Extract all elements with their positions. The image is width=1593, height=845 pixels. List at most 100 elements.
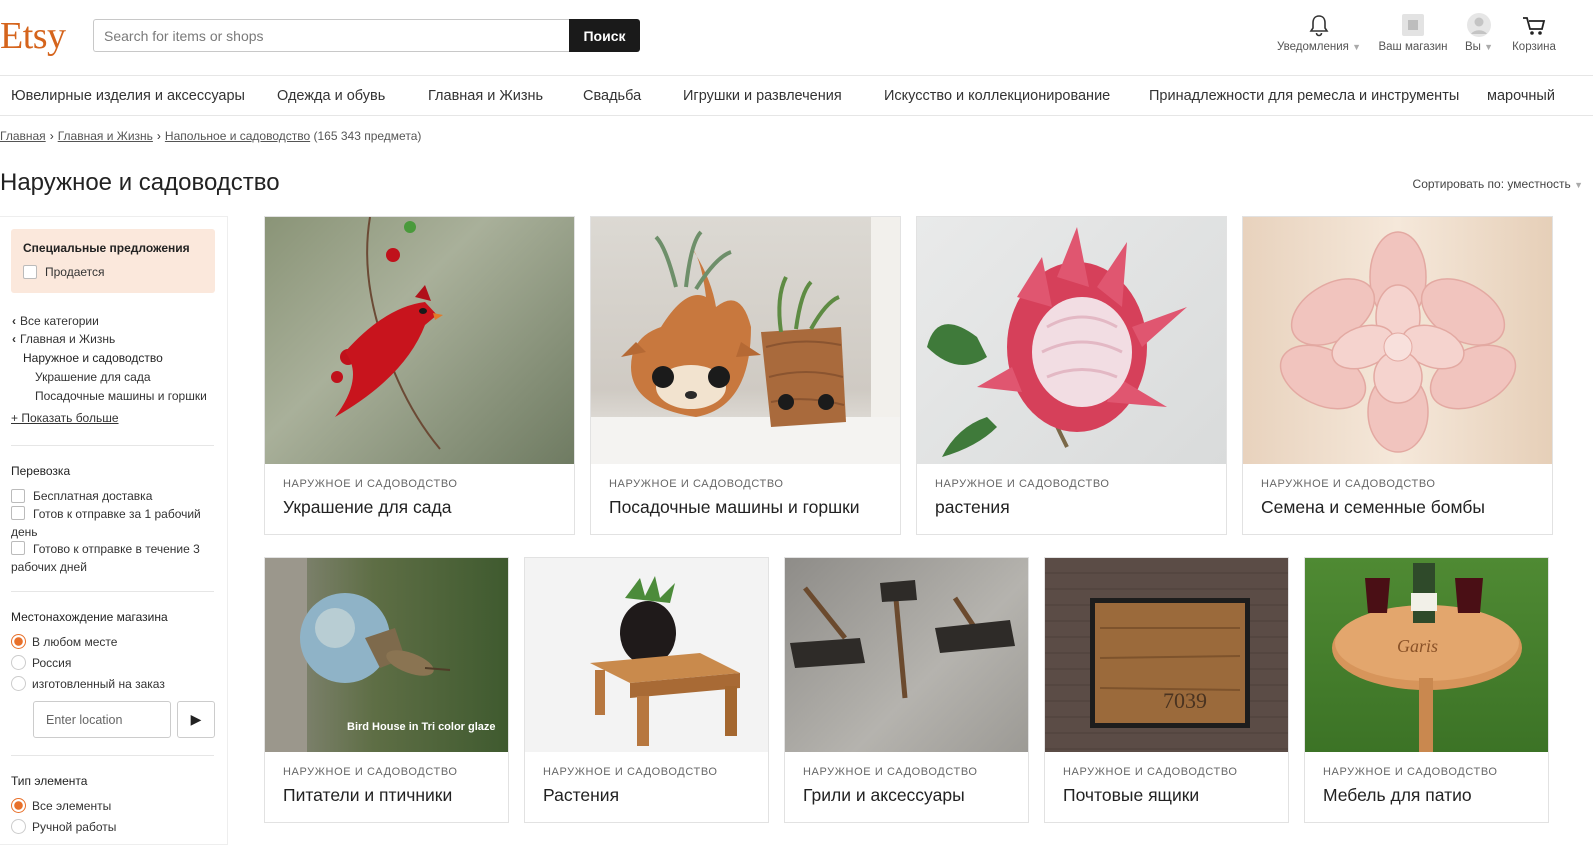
nav-item-toys[interactable]: Игрушки и развлечения: [683, 88, 842, 104]
category-card[interactable]: НАРУЖНОЕ И САДОВОДСТВО Посадочные машины…: [590, 216, 901, 535]
nav-item-vintage[interactable]: марочный: [1487, 88, 1555, 104]
ready-1day-option[interactable]: Готов к отправке за 1 рабочий день: [11, 505, 211, 541]
tree-all-categories-label: Все категории: [20, 314, 99, 328]
nav-item-wedding[interactable]: Свадьба: [583, 88, 641, 104]
category-card[interactable]: НАРУЖНОЕ И САДОВОДСТВО растения: [916, 216, 1227, 535]
mailbox-number: 7039: [1163, 688, 1207, 713]
location-submit-button[interactable]: ▶: [177, 701, 215, 738]
free-shipping-option[interactable]: Бесплатная доставка: [11, 487, 152, 505]
tree-all-categories[interactable]: ‹ Все категории: [12, 314, 99, 328]
search-button[interactable]: Поиск: [569, 19, 640, 52]
card-image: 7039: [1045, 558, 1288, 752]
category-card[interactable]: НАРУЖНОЕ И САДОВОДСТВО Украшение для сад…: [264, 216, 575, 535]
ready-1day-checkbox[interactable]: [11, 506, 25, 520]
nav-item-clothing[interactable]: Одежда и обувь: [277, 88, 385, 104]
card-category: НАРУЖНОЕ И САДОВОДСТВО: [1261, 478, 1436, 490]
card-category: НАРУЖНОЕ И САДОВОДСТВО: [543, 766, 718, 778]
loc-anywhere-label: В любом месте: [32, 635, 118, 649]
header: Etsy Поиск Уведомления ▼ Ваш магазин Вы …: [0, 0, 1593, 76]
card-image: [917, 217, 1226, 464]
item-type-title: Тип элемента: [11, 774, 88, 788]
card-title: Питатели и птичники: [283, 785, 453, 805]
free-shipping-label: Бесплатная доставка: [33, 489, 153, 503]
card-image: Bird House in Tri color glaze: [265, 558, 508, 752]
branding-iron-image: [790, 580, 1015, 699]
tree-planters[interactable]: Посадочные машины и горшки: [35, 389, 207, 403]
special-offers-title: Специальные предложения: [23, 241, 190, 255]
type-all-radio[interactable]: [11, 798, 26, 814]
loc-custom-option[interactable]: изготовленный на заказ: [11, 675, 165, 693]
table-engraving: Garis: [1397, 636, 1439, 656]
ready-3days-checkbox[interactable]: [11, 541, 25, 555]
you-label: Вы: [1464, 41, 1481, 53]
loc-russia-label: Россия: [32, 656, 72, 670]
loc-russia-option[interactable]: Россия: [11, 654, 71, 672]
your-shop-label: Ваш магазин: [1378, 41, 1448, 53]
breadcrumb-current[interactable]: Напольное и садоводство: [165, 129, 310, 143]
card-image: [1243, 217, 1552, 464]
category-card[interactable]: НАРУЖНОЕ И САДОВОДСТВО Грили и аксессуар…: [784, 557, 1029, 823]
loc-russia-radio[interactable]: [11, 655, 26, 671]
category-card[interactable]: НАРУЖНОЕ И САДОВОДСТВО Растения: [524, 557, 769, 823]
tree-current: Наружное и садоводство: [23, 351, 163, 365]
card-title: Посадочные машины и горшки: [609, 497, 860, 517]
location-input[interactable]: [33, 701, 171, 738]
plant-stand-image: [590, 576, 740, 746]
cardinal-image: [331, 217, 443, 450]
nav-item-craft[interactable]: Принадлежности для ремесла и инструменты: [1149, 88, 1459, 104]
card-category: НАРУЖНОЕ И САДОВОДСТВО: [1323, 766, 1498, 778]
card-category: НАРУЖНОЕ И САДОВОДСТВО: [283, 478, 458, 490]
chevron-left-icon: ‹: [12, 332, 16, 346]
ready-1day-label: Готов к отправке за 1 рабочий день: [11, 507, 201, 539]
category-nav: Ювелирные изделия и аксессуары Одежда и …: [0, 76, 1593, 116]
type-handmade-option[interactable]: Ручной работы: [11, 818, 116, 836]
tree-home-living[interactable]: ‹ Главная и Жизнь: [12, 332, 115, 346]
card-image: [265, 217, 574, 464]
card-title: Семена и семенные бомбы: [1261, 497, 1485, 517]
chevron-down-icon: ▼: [1574, 180, 1583, 190]
card-title: Растения: [543, 785, 620, 805]
nav-item-art[interactable]: Искусство и коллекционирование: [884, 88, 1110, 104]
breadcrumb-home[interactable]: Главная: [0, 129, 46, 143]
loc-anywhere-option[interactable]: В любом месте: [11, 633, 117, 651]
you-menu[interactable]: Вы ▼: [1461, 12, 1497, 53]
divider: [11, 591, 214, 592]
avatar-icon: [1467, 13, 1491, 37]
type-all-option[interactable]: Все элементы: [11, 797, 111, 815]
type-handmade-radio[interactable]: [11, 819, 26, 835]
sort-dropdown[interactable]: Сортировать по: уместность ▼: [1413, 177, 1583, 191]
category-card[interactable]: Garis НАРУЖНОЕ И САДОВОДСТВО Мебель для …: [1304, 557, 1549, 823]
card-category: НАРУЖНОЕ И САДОВОДСТВО: [609, 478, 784, 490]
divider: [11, 755, 214, 756]
breadcrumb: Главная › Главная и Жизнь › Напольное и садо…: [0, 129, 421, 143]
category-card[interactable]: НАРУЖНОЕ И САДОВОДСТВО Семена и семенные…: [1242, 216, 1553, 535]
on-sale-checkbox[interactable]: [23, 264, 37, 279]
chevron-left-icon: ‹: [12, 314, 16, 328]
ready-3days-option[interactable]: Готово к отправке в течение 3 рабочих дн…: [11, 540, 211, 576]
on-sale-label: Продается: [45, 265, 105, 279]
loc-anywhere-radio[interactable]: [11, 634, 26, 650]
show-more-link[interactable]: + Показать больше: [11, 411, 119, 425]
nav-item-jewelry[interactable]: Ювелирные изделия и аксессуары: [11, 88, 245, 104]
card-image: Garis: [1305, 558, 1548, 752]
card-image: [785, 558, 1028, 752]
notifications-menu[interactable]: Уведомления ▼: [1273, 12, 1365, 53]
breadcrumb-home-living[interactable]: Главная и Жизнь: [58, 129, 153, 143]
bell-icon: [1309, 15, 1329, 37]
nav-item-home-living[interactable]: Главная и Жизнь: [428, 88, 543, 104]
your-shop-link[interactable]: Ваш магазин: [1377, 12, 1449, 53]
etsy-logo[interactable]: Etsy: [0, 14, 66, 58]
cart-icon: [1523, 17, 1546, 35]
succulent-image: [1279, 231, 1517, 453]
free-shipping-checkbox[interactable]: [11, 488, 25, 503]
tree-garden-decor[interactable]: Украшение для сада: [35, 370, 151, 384]
category-card[interactable]: Bird House in Tri color glaze НАРУЖНОЕ И…: [264, 557, 509, 823]
category-card[interactable]: 7039 НАРУЖНОЕ И САДОВОДСТВО Почтовые ящи…: [1044, 557, 1289, 823]
loc-custom-radio[interactable]: [11, 676, 26, 692]
cart-link[interactable]: Корзина: [1507, 12, 1561, 53]
on-sale-option[interactable]: Продается: [23, 263, 203, 281]
card-image: [525, 558, 768, 752]
search-input[interactable]: [93, 19, 569, 52]
tree-home-living-label: Главная и Жизнь: [20, 332, 116, 346]
chevron-right-icon: ›: [49, 129, 54, 143]
